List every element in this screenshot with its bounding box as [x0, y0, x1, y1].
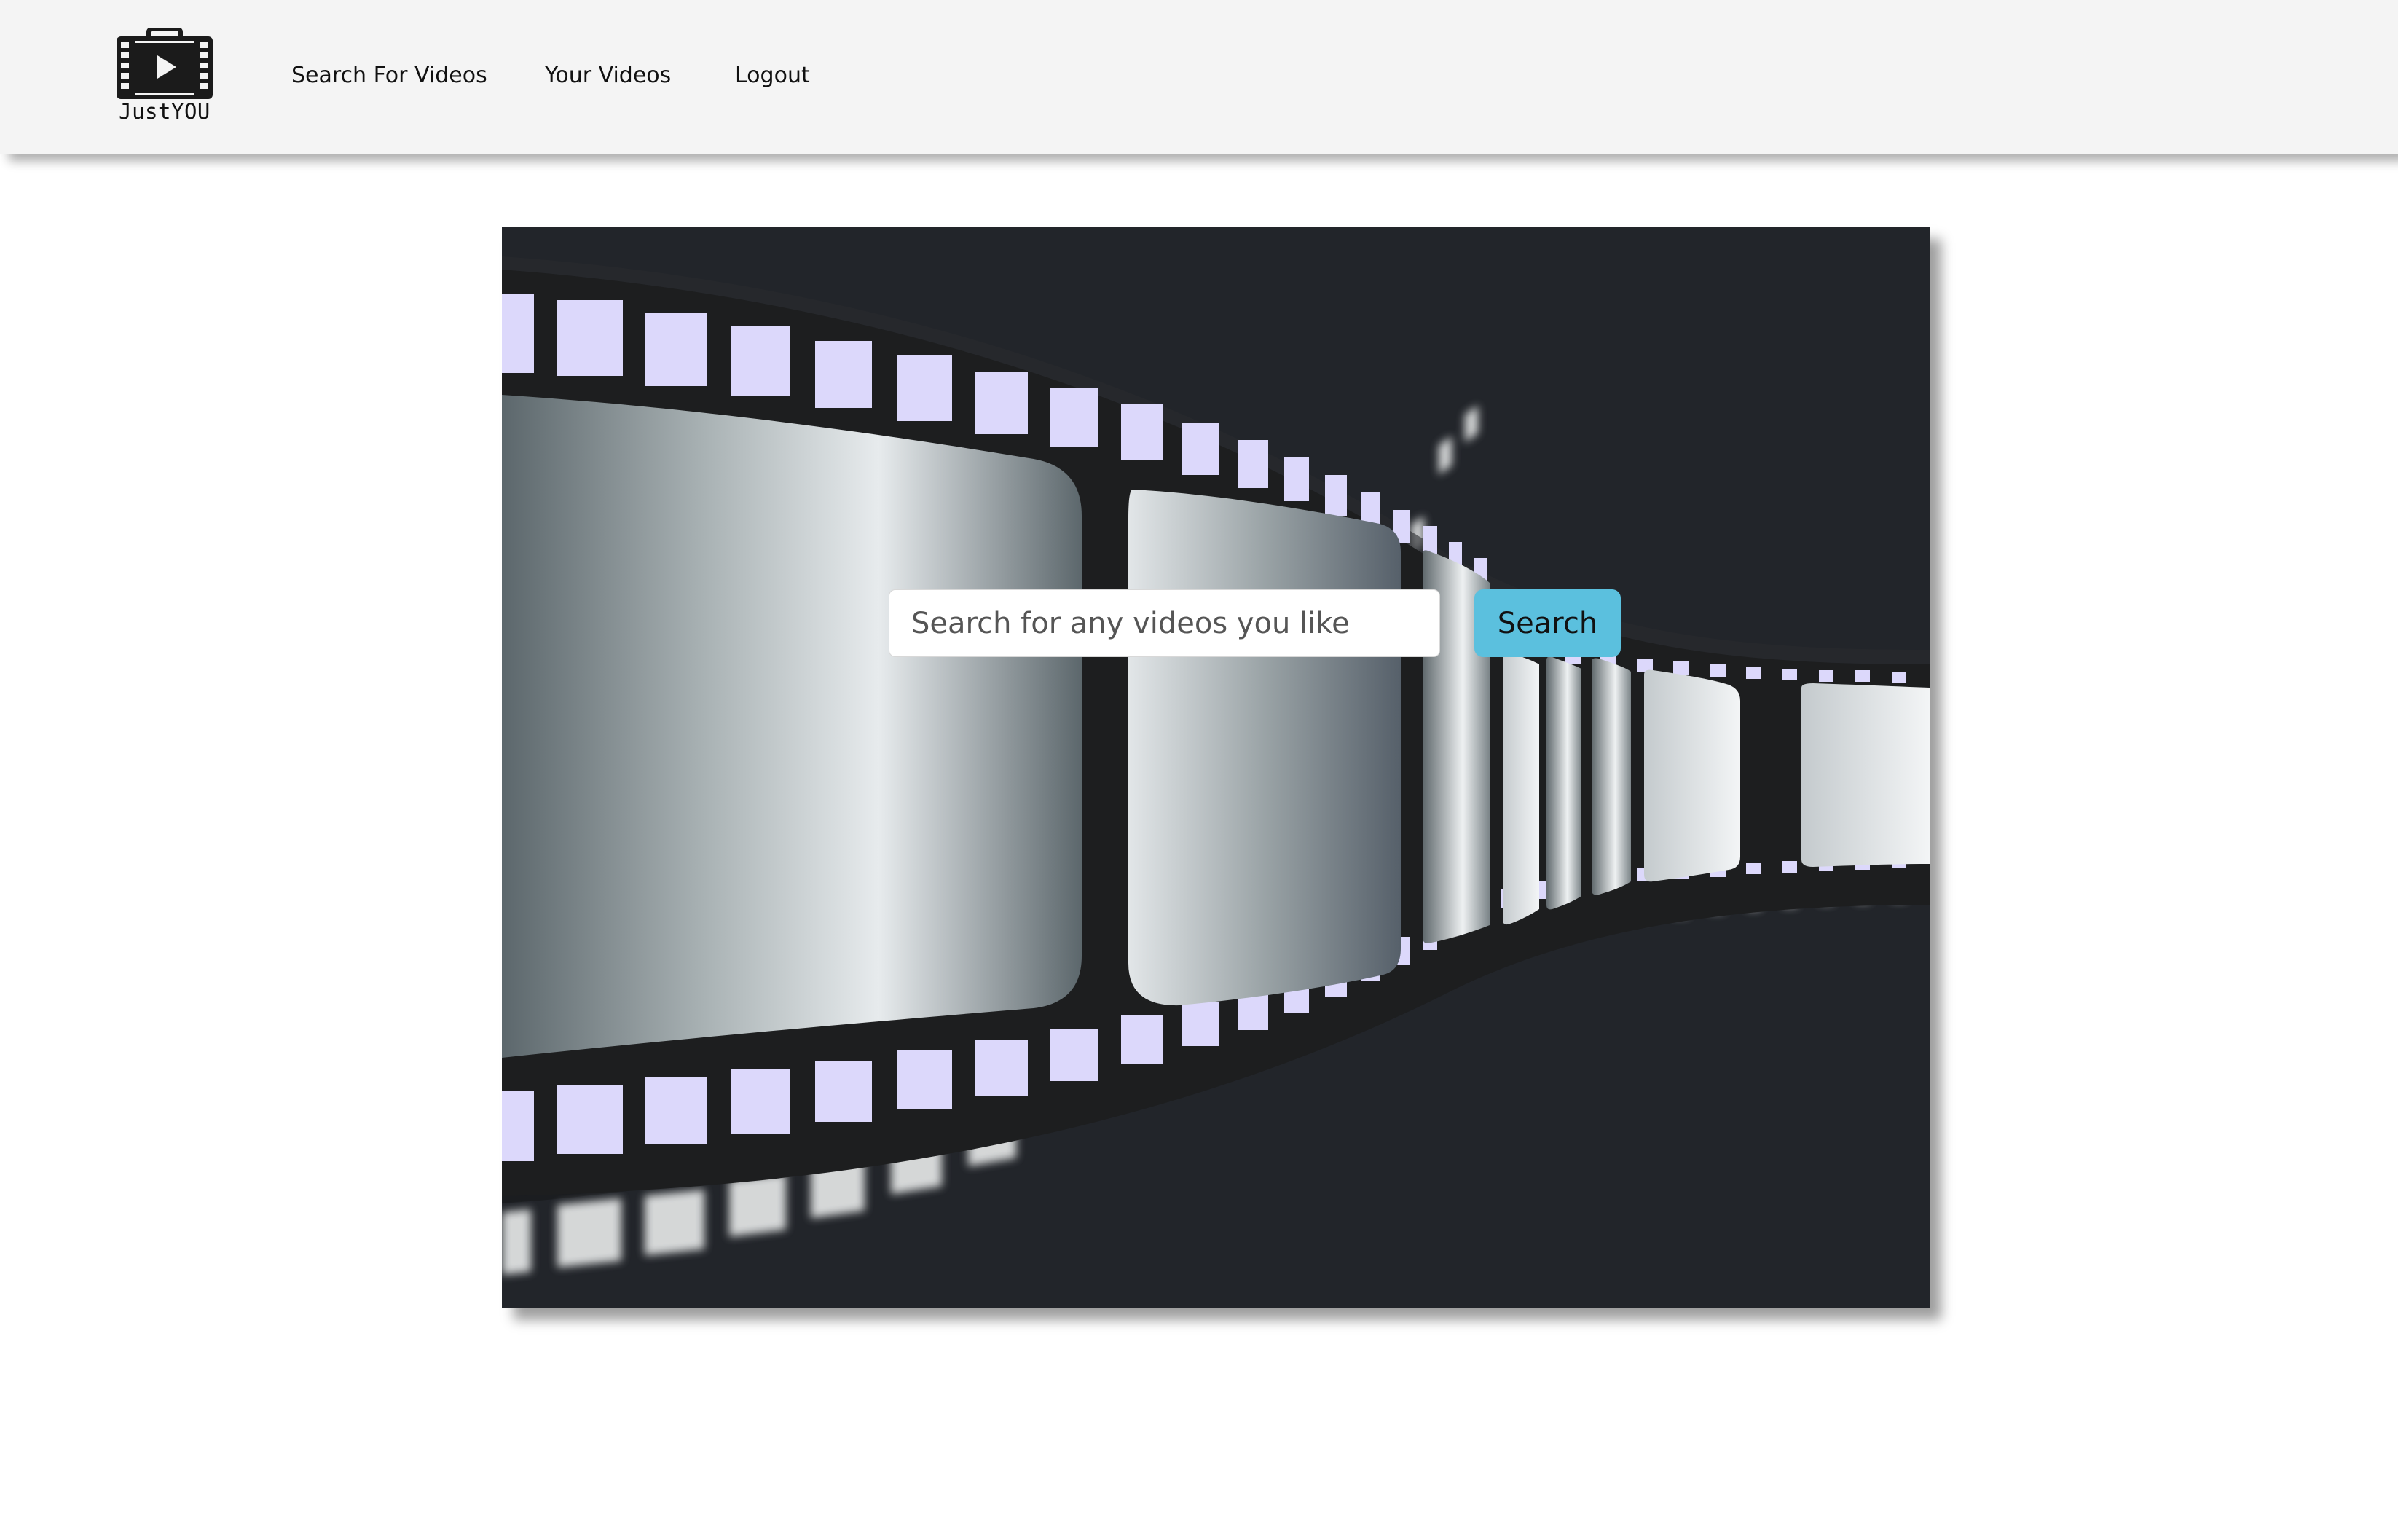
search-button[interactable]: Search: [1474, 589, 1621, 657]
nav-search-for-videos[interactable]: Search For Videos: [291, 63, 487, 88]
search-input[interactable]: [889, 589, 1440, 657]
brand-logo[interactable]: JustYOU: [114, 28, 216, 125]
film-suitcase-play-icon: [117, 28, 213, 99]
film-strip-illustration: [502, 256, 1930, 1275]
brand-name: JustYOU: [119, 99, 211, 124]
hero-banner: Search: [502, 227, 1930, 1308]
nav-your-videos[interactable]: Your Videos: [545, 63, 671, 88]
top-navbar: JustYOU Search For Videos Your Videos Lo…: [0, 0, 2398, 154]
nav-logout[interactable]: Logout: [735, 63, 810, 88]
